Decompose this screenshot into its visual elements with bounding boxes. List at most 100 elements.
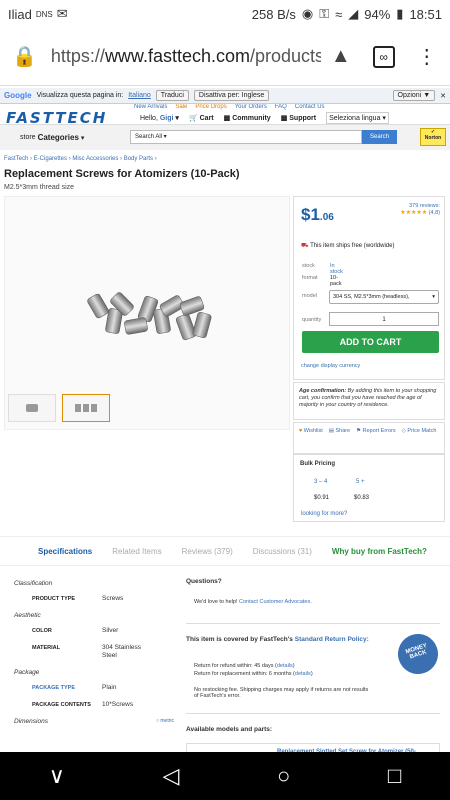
url-bar[interactable]: https://www.fasttech.com/products/30 (51, 46, 321, 67)
eye-icon: ◉ (301, 6, 314, 21)
recents-icon[interactable]: □ (388, 763, 401, 789)
translate-button[interactable]: Traduci (155, 90, 189, 101)
top-link[interactable]: New Arrivals (134, 104, 167, 110)
chevron-down-icon: ▾ (80, 134, 85, 142)
buy-box: $1.06 379 reviews: ★★★★★ (4.8) ⛟ This it… (293, 196, 445, 380)
signal-icon: ◢ (348, 6, 359, 21)
wishlist-label: Wishlist (303, 428, 323, 434)
chevron-down-icon[interactable]: ∨ (49, 763, 65, 789)
change-currency-link[interactable]: change display currency (301, 363, 360, 369)
wishlist-link[interactable]: ♥ Wishlist (299, 428, 323, 448)
cart-link[interactable]: 🛒 Cart (189, 114, 214, 122)
translate-options-button[interactable]: Opzioni ▼ (392, 90, 436, 101)
page-title: Replacement Screws for Atomizers (10-Pac… (4, 168, 240, 180)
spec-row: MATERIAL 304 Stainless Steel (10, 644, 174, 660)
thumbnail-selected[interactable] (62, 394, 110, 422)
spec-key: PRODUCT TYPE (32, 596, 76, 602)
bulk-price: $0.83 (354, 495, 370, 501)
search-scope[interactable]: Search All (135, 134, 162, 140)
replacement-line: Return for replacement within: 6 months … (194, 671, 313, 677)
dimensions-title: Dimensions (14, 718, 48, 725)
spec-key[interactable]: PACKAGE TYPE (10, 684, 94, 692)
top-link[interactable]: Contact Us (295, 104, 325, 110)
reviews-summary[interactable]: 379 reviews: ★★★★★ (4.8) (400, 203, 440, 216)
models-title: Available models and parts: (186, 726, 273, 733)
add-to-cart-button[interactable]: ADD TO CART (302, 331, 439, 353)
tab-why-buy[interactable]: Why buy from FastTech? (332, 547, 427, 556)
carrier-text: Iliad (8, 6, 32, 22)
share-link[interactable]: ▤ Share (329, 428, 350, 448)
thumbnail-list (8, 394, 110, 422)
tab-specifications[interactable]: Specifications (38, 547, 92, 556)
model-select[interactable]: 304 SS, M2.5*3mm (headless), ▾ (329, 290, 439, 304)
refund-line: Return for refund within: 45 days (detai… (194, 663, 295, 669)
help-text: We'd love to help! Contact Customer Advo… (194, 599, 440, 605)
status-bar: Iliad DNS ✉ 258 B/s ◉ ⚿ ≈ ◢ 94% ▮ 18:51 (0, 0, 450, 28)
user-row: Hello, Gigi ▾ 🛒 Cart ▩ Community ▩ Suppo… (140, 112, 389, 124)
top-link[interactable]: Sale (175, 104, 187, 110)
details-link[interactable]: details (295, 671, 311, 677)
truck-icon: ⛟ (301, 243, 309, 249)
support-link[interactable]: ▩ Support (281, 114, 316, 122)
spec-section-title: Classification (14, 580, 53, 587)
categories-button[interactable]: store Categories ▾ (20, 133, 84, 142)
url-path: /products/30 (249, 46, 321, 66)
tabs-icon[interactable]: ∞ (372, 45, 395, 68)
key-icon: ⚿ (319, 6, 330, 21)
spec-value: Plain (102, 684, 117, 691)
quantity-input[interactable]: 1 (329, 312, 439, 326)
contact-link[interactable]: Contact Customer Advocates. (239, 599, 312, 605)
cart-label: Cart (199, 115, 214, 122)
top-link[interactable]: Price Drops (195, 104, 226, 110)
clock: 18:51 (409, 6, 442, 22)
top-link[interactable]: Your Orders (235, 104, 267, 110)
network-speed: 258 B/s (251, 6, 296, 22)
tab-related-items[interactable]: Related Items (112, 547, 161, 556)
tab-reviews[interactable]: Reviews (379) (182, 547, 233, 556)
google-translate-bar: Google Visualizza questa pagina in: Ital… (0, 88, 450, 104)
details-link[interactable]: details (277, 663, 293, 669)
return-policy-link[interactable]: Standard Return Policy: (295, 636, 369, 643)
spec-section-title: Dimensions ○ metric (14, 718, 174, 725)
price-match-link[interactable]: ◇ Price Match (402, 428, 437, 448)
url-scheme: https:// (50, 46, 105, 66)
breadcrumb[interactable]: FastTech › E-Cigarettes › Misc Accessori… (4, 156, 157, 162)
search-button[interactable]: Search (362, 130, 397, 144)
units-toggle[interactable]: ○ metric (156, 718, 174, 725)
reviews-count[interactable]: 379 reviews (409, 203, 438, 209)
report-link[interactable]: ⚑ Report Errors (356, 428, 395, 448)
home-icon[interactable]: ○ (277, 763, 290, 789)
ships-free-text: This item ships free (worldwide) (310, 243, 395, 249)
spec-value: 304 Stainless Steel (102, 644, 142, 659)
menu-icon[interactable]: ⋮ (417, 44, 437, 69)
star-rating-icon: ★★★★★ (400, 210, 428, 216)
web-page: FASTTECH New Arrivals Sale Price Drops Y… (0, 104, 450, 758)
quantity-label: quantity (302, 317, 322, 323)
greeting: Hello, Gigi ▾ (140, 115, 179, 122)
user-name[interactable]: Gigi (160, 115, 174, 122)
wifi-icon: ≈ (335, 6, 343, 22)
stock-row: stock In stock (302, 263, 343, 275)
language-select[interactable]: Seleziona lingua ▾ (326, 112, 389, 124)
support-label: Support (289, 115, 317, 122)
android-icon[interactable]: ▲ (331, 45, 351, 68)
model-label: model (302, 293, 317, 299)
product-tabs: Specifications Related Items Reviews (37… (0, 536, 450, 566)
bulk-tier[interactable]: 5 + (356, 479, 365, 485)
bulk-tier[interactable]: 3 – 4 (314, 479, 327, 485)
thumbnail[interactable] (8, 394, 56, 422)
search-input[interactable]: Search All ▾ (130, 130, 362, 144)
report-label: Report Errors (362, 428, 396, 434)
tab-discussions[interactable]: Discussions (31) (253, 547, 312, 556)
disable-translate-button[interactable]: Disattiva per: Inglese (193, 90, 270, 101)
top-link[interactable]: FAQ (275, 104, 287, 110)
policy-section: This item is covered by FastTech's Stand… (186, 623, 444, 699)
free-shipping: ⛟ This item ships free (worldwide) (301, 242, 394, 250)
community-link[interactable]: ▩ Community (224, 114, 271, 122)
close-icon[interactable]: ✕ (440, 92, 446, 100)
back-icon[interactable]: ◁ (163, 763, 180, 789)
store-label: store (20, 134, 36, 141)
looking-for-more-link[interactable]: looking for more? (301, 511, 347, 517)
age-title: Age confirmation: (299, 388, 347, 394)
translate-language-select[interactable]: Italiano (128, 92, 151, 99)
